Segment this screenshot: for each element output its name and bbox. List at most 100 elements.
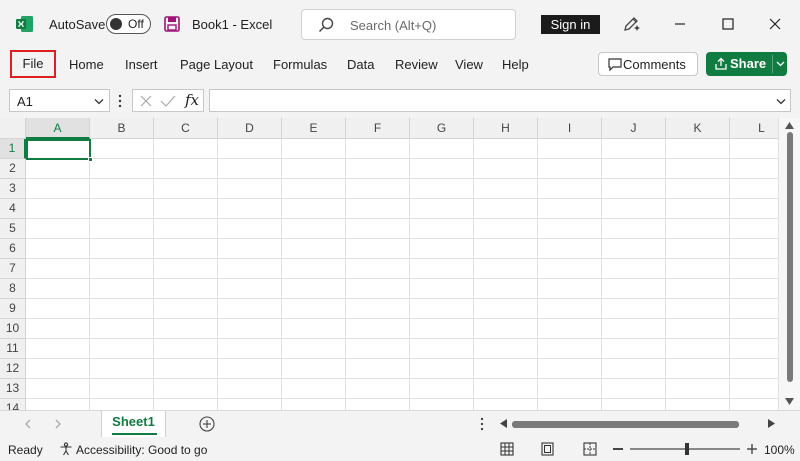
formula-input[interactable] xyxy=(209,89,791,112)
cancel-icon[interactable] xyxy=(139,94,153,108)
tab-home[interactable]: Home xyxy=(69,57,104,72)
ribbon-tabs: File Home Insert Page Layout Formulas Da… xyxy=(0,48,800,84)
select-all-corner[interactable] xyxy=(0,118,26,139)
row-header-6[interactable]: 6 xyxy=(0,239,26,259)
tab-splitter-icon[interactable] xyxy=(480,417,484,431)
horizontal-scroll-thumb[interactable] xyxy=(512,421,739,428)
column-header-f[interactable]: F xyxy=(346,118,410,139)
accessibility-icon[interactable] xyxy=(59,442,73,456)
tab-data[interactable]: Data xyxy=(347,57,374,72)
spreadsheet-grid[interactable]: ABCDEFGHIJKL 1 2 3 4 5 6 7 8 9 10 11 12 13 14 xyxy=(0,118,800,410)
scroll-right-icon[interactable] xyxy=(768,419,775,428)
row-header-7[interactable]: 7 xyxy=(0,259,26,279)
row-header-1[interactable]: 1 xyxy=(0,139,26,159)
share-button[interactable]: Share xyxy=(706,52,787,76)
pen-icon[interactable] xyxy=(622,15,640,33)
column-header-c[interactable]: C xyxy=(154,118,218,139)
name-box[interactable]: A1 xyxy=(9,89,110,112)
accessibility-status[interactable]: Accessibility: Good to go xyxy=(76,443,207,457)
page-break-view-icon[interactable] xyxy=(583,442,597,456)
maximize-icon[interactable] xyxy=(718,14,738,34)
grid-line-vertical xyxy=(665,139,666,410)
column-header-i[interactable]: I xyxy=(538,118,602,139)
column-header-a[interactable]: A xyxy=(26,118,90,139)
autosave-toggle[interactable]: Off xyxy=(106,14,151,34)
tab-review[interactable]: Review xyxy=(395,57,438,72)
grid-line-vertical xyxy=(153,139,154,410)
vertical-scrollbar[interactable] xyxy=(778,118,800,410)
minimize-icon[interactable] xyxy=(670,14,690,34)
share-label: Share xyxy=(730,56,767,71)
row-header-9[interactable]: 9 xyxy=(0,299,26,319)
scroll-up-icon[interactable] xyxy=(785,122,794,129)
column-header-j[interactable]: J xyxy=(602,118,666,139)
comments-label: Comments xyxy=(623,57,686,72)
row-header-13[interactable]: 13 xyxy=(0,379,26,399)
tab-help[interactable]: Help xyxy=(502,57,529,72)
close-icon[interactable] xyxy=(765,14,785,34)
row-header-3[interactable]: 3 xyxy=(0,179,26,199)
insert-function-button[interactable]: fx xyxy=(185,91,199,109)
column-header-h[interactable]: H xyxy=(474,118,538,139)
sheet-tab-bar: Sheet1 xyxy=(0,410,800,437)
tab-view[interactable]: View xyxy=(455,57,483,72)
save-icon[interactable] xyxy=(164,16,180,32)
column-header-g[interactable]: G xyxy=(410,118,474,139)
autosave-state: Off xyxy=(128,17,144,31)
sheet-nav-right-icon[interactable] xyxy=(54,419,62,429)
comments-button[interactable]: Comments xyxy=(598,52,698,76)
zoom-slider-thumb[interactable] xyxy=(685,443,689,455)
page-layout-view-icon[interactable] xyxy=(541,442,554,456)
formula-bar-area: A1 fx xyxy=(0,84,800,118)
row-header-11[interactable]: 11 xyxy=(0,339,26,359)
row-header-5[interactable]: 5 xyxy=(0,219,26,239)
grid-line-vertical xyxy=(601,139,602,410)
fill-handle[interactable] xyxy=(88,157,93,162)
search-box[interactable]: Search (Alt+Q) xyxy=(301,9,516,40)
grid-line-vertical xyxy=(729,139,730,410)
sheet-tab-sheet1[interactable]: Sheet1 xyxy=(101,411,166,437)
normal-view-icon[interactable] xyxy=(500,442,514,456)
grid-line-horizontal xyxy=(26,338,778,339)
sheet-tab-label: Sheet1 xyxy=(112,414,155,429)
column-header-b[interactable]: B xyxy=(90,118,154,139)
chevron-down-icon[interactable] xyxy=(776,97,786,106)
document-title: Book1 - Excel xyxy=(192,17,273,32)
check-icon[interactable] xyxy=(160,94,176,108)
grid-line-horizontal xyxy=(26,278,778,279)
zoom-in-icon[interactable] xyxy=(746,443,758,455)
grid-line-horizontal xyxy=(26,358,778,359)
column-header-k[interactable]: K xyxy=(666,118,730,139)
active-sheet-underline xyxy=(112,433,157,435)
grid-line-horizontal xyxy=(26,398,778,399)
formula-buttons: fx xyxy=(132,89,204,112)
status-text: Ready xyxy=(8,443,43,457)
grid-line-horizontal xyxy=(26,378,778,379)
row-header-10[interactable]: 10 xyxy=(0,319,26,339)
zoom-out-button[interactable] xyxy=(613,448,623,450)
column-header-e[interactable]: E xyxy=(282,118,346,139)
active-cell[interactable] xyxy=(26,139,91,160)
zoom-level[interactable]: 100% xyxy=(764,443,795,457)
row-header-12[interactable]: 12 xyxy=(0,359,26,379)
scroll-down-icon[interactable] xyxy=(785,398,794,405)
tab-page-layout[interactable]: Page Layout xyxy=(180,57,253,72)
row-header-14[interactable]: 14 xyxy=(0,399,26,410)
row-header-4[interactable]: 4 xyxy=(0,199,26,219)
chevron-down-icon[interactable] xyxy=(776,59,785,68)
column-header-d[interactable]: D xyxy=(218,118,282,139)
sheet-nav-left-icon[interactable] xyxy=(24,419,32,429)
row-header-2[interactable]: 2 xyxy=(0,159,26,179)
tab-formulas[interactable]: Formulas xyxy=(273,57,327,72)
sign-in-button[interactable]: Sign in xyxy=(541,15,600,34)
scroll-left-icon[interactable] xyxy=(500,419,507,428)
grid-line-horizontal xyxy=(26,218,778,219)
vertical-scroll-thumb[interactable] xyxy=(787,132,793,382)
share-icon xyxy=(715,57,727,70)
chevron-down-icon[interactable] xyxy=(94,97,104,106)
tab-insert[interactable]: Insert xyxy=(125,57,158,72)
more-options-icon[interactable] xyxy=(118,93,122,109)
add-sheet-icon[interactable] xyxy=(199,416,215,432)
tab-file[interactable]: File xyxy=(10,50,56,78)
row-header-8[interactable]: 8 xyxy=(0,279,26,299)
